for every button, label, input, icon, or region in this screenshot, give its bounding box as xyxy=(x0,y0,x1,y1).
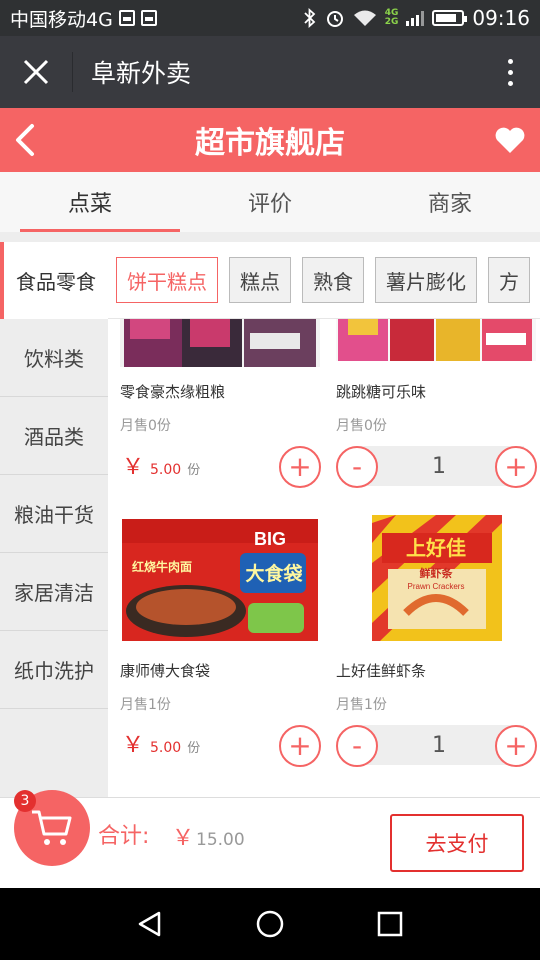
image-notification-icon xyxy=(118,10,135,26)
package-big-text: BIG xyxy=(254,529,286,549)
add-to-cart-button[interactable]: + xyxy=(495,725,537,767)
sidebar-item-alcohol[interactable]: 酒品类 xyxy=(0,397,108,475)
category-sidebar: 饮料类 酒品类 粮油干货 家居清洁 纸巾洗护 xyxy=(0,319,108,797)
package-en-text: Prawn Crackers xyxy=(408,582,465,591)
store-title: 超市旗舰店 xyxy=(195,126,345,161)
price-unit: 份 xyxy=(187,741,201,756)
price-value: 5.00 xyxy=(150,740,182,756)
subcategory-list: 饼干糕点 糕点 熟食 薯片膨化 方 xyxy=(108,257,540,303)
package-brand-text: 上好佳 xyxy=(406,536,466,560)
product-name: 零食豪杰缘粗粮 xyxy=(120,383,226,401)
subcategory-chip-deli[interactable]: 熟食 xyxy=(302,257,364,303)
price-unit: 份 xyxy=(187,463,201,478)
cart-bar: 3 合计: ￥ 15.00 去支付 xyxy=(0,790,540,888)
tab-reviews[interactable]: 评价 xyxy=(180,172,360,232)
subcategory-chip-chips[interactable]: 薯片膨化 xyxy=(375,257,477,303)
wifi-icon xyxy=(353,10,376,26)
product-image[interactable] xyxy=(336,319,536,361)
total-amount: ￥ 15.00 xyxy=(172,820,245,852)
product-sales: 月售0份 xyxy=(120,418,171,434)
product-sales: 月售0份 xyxy=(336,418,387,434)
clock: 09:16 xyxy=(472,6,530,30)
shopping-cart-icon xyxy=(32,810,72,845)
recent-apps-square-icon[interactable] xyxy=(375,909,405,939)
decrease-quantity-button[interactable]: - xyxy=(336,725,378,767)
product-sales: 月售1份 xyxy=(120,697,171,713)
decrease-quantity-button[interactable]: - xyxy=(336,446,378,488)
product-image[interactable]: BIG 大食袋 红烧牛肉面 xyxy=(120,513,320,643)
package-sub-text: 鲜虾条 xyxy=(420,566,454,580)
more-dot-icon xyxy=(507,69,513,75)
sidebar-item-drinks[interactable]: 饮料类 xyxy=(0,319,108,397)
sidebar-item-grain-oil[interactable]: 粮油干货 xyxy=(0,475,108,553)
more-dot-icon xyxy=(507,58,513,64)
total-label: 合计: xyxy=(98,824,150,849)
system-nav-bar xyxy=(0,888,540,960)
currency-symbol: ￥ xyxy=(172,826,195,851)
tab-merchant[interactable]: 商家 xyxy=(360,172,540,232)
product-image[interactable]: 上好佳 鲜虾条 Prawn Crackers xyxy=(336,513,536,643)
cart-count-badge: 3 xyxy=(14,790,36,812)
product-name: 上好佳鲜虾条 xyxy=(336,662,427,680)
bluetooth-icon xyxy=(304,8,316,28)
close-button[interactable] xyxy=(0,36,72,108)
close-icon xyxy=(23,59,49,85)
product-name: 康师傅大食袋 xyxy=(120,662,211,680)
subcategory-chip-biscuits[interactable]: 饼干糕点 xyxy=(116,257,218,303)
app-notification-icon xyxy=(140,10,157,26)
product-image[interactable] xyxy=(120,319,320,367)
store-header: 超市旗舰店 xyxy=(0,108,540,172)
battery-icon xyxy=(432,10,468,26)
currency-symbol: ￥ xyxy=(122,455,145,480)
package-flavor-text: 红烧牛肉面 xyxy=(132,559,192,574)
subcategory-chip-pastry[interactable]: 糕点 xyxy=(229,257,291,303)
header-divider xyxy=(72,52,73,92)
add-to-cart-button[interactable]: + xyxy=(279,446,321,488)
package-title-text: 大食袋 xyxy=(245,562,303,585)
product-list: 零食豪杰缘粗粮 月售0份 ￥ 5.00 份 + 跳跳糖可乐味 月售0份 1 - … xyxy=(108,319,540,797)
more-menu-button[interactable] xyxy=(480,58,540,86)
product-name: 跳跳糖可乐味 xyxy=(336,383,427,401)
add-to-cart-button[interactable]: + xyxy=(279,725,321,767)
sidebar-item-home-cleaning[interactable]: 家居清洁 xyxy=(0,553,108,631)
total-value: 15.00 xyxy=(196,830,245,850)
back-arrow-icon[interactable] xyxy=(12,122,42,158)
more-dot-icon xyxy=(507,80,513,86)
sidebar-item-tissue-care[interactable]: 纸巾洗护 xyxy=(0,631,108,709)
browser-header: 阜新外卖 xyxy=(0,36,540,108)
home-circle-icon[interactable] xyxy=(255,909,285,939)
product-card: 上好佳 鲜虾条 Prawn Crackers 上好佳鲜虾条 月售1份 1 - + xyxy=(324,513,540,791)
product-price: ￥ 5.00 份 xyxy=(122,449,200,481)
section-divider xyxy=(0,232,540,242)
product-price: ￥ 5.00 份 xyxy=(122,727,200,759)
alarm-icon xyxy=(326,11,343,27)
page-title: 阜新外卖 xyxy=(91,59,192,88)
signal-icon xyxy=(406,10,425,26)
store-tabs: 点菜 评价 商家 xyxy=(0,172,540,232)
product-sales: 月售1份 xyxy=(336,697,387,713)
back-triangle-icon[interactable] xyxy=(135,909,165,939)
category-item-snacks[interactable]: 食品零食 xyxy=(0,241,108,319)
subcategory-chip-more[interactable]: 方 xyxy=(488,257,530,303)
product-card: BIG 大食袋 红烧牛肉面 康师傅大食袋 月售1份 ￥ 5.00 份 + xyxy=(108,513,324,791)
product-card: 零食豪杰缘粗粮 月售0份 ￥ 5.00 份 + xyxy=(108,319,324,519)
price-value: 5.00 xyxy=(150,462,182,478)
subcategory-bar: 食品零食 饼干糕点 糕点 熟食 薯片膨化 方 xyxy=(0,241,540,319)
carrier-label: 中国移动4G xyxy=(10,8,113,31)
status-bar: 中国移动4G 4G 2G 09:16 xyxy=(0,0,540,36)
currency-symbol: ￥ xyxy=(122,733,145,758)
checkout-button[interactable]: 去支付 xyxy=(390,814,524,872)
product-card: 跳跳糖可乐味 月售0份 1 - + xyxy=(324,319,540,519)
favorite-heart-icon[interactable] xyxy=(494,125,526,155)
network-type-indicator: 4G 2G xyxy=(384,8,399,27)
tab-order[interactable]: 点菜 xyxy=(0,172,180,232)
add-to-cart-button[interactable]: + xyxy=(495,446,537,488)
